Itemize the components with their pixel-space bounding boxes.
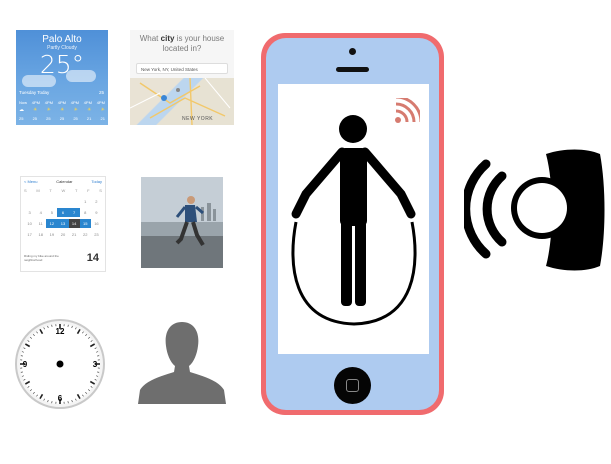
calendar-day[interactable]: 4 [35,208,46,217]
weather-temperature: 25° [39,50,85,79]
weather-hours: Now 4PM 4PM 4PM 4PM 4PM 4PM [19,100,105,105]
calendar-day[interactable]: 16 [91,219,102,228]
clock-number-6: 6 [58,394,63,403]
calendar-day [24,197,35,206]
calendar-day[interactable]: 12 [46,219,58,228]
calendar-day[interactable]: 13 [57,219,69,228]
calendar-grid: 1 2 3 4 5 6 7 8 9 10 11 12 13 14 15 16 17 18 19 20 21 22 23 [24,197,102,239]
calendar-nav-bar: < Menu Calendar Today [21,177,105,186]
calendar-day[interactable]: 18 [35,230,46,239]
sun-icon: ☀ [87,107,92,113]
calendar-day[interactable]: 9 [91,208,102,217]
calendar-day [57,197,68,206]
home-button[interactable] [334,367,371,404]
weather-icons: ☁ ☀ ☀ ☀ ☀ ☀ ☀ [19,107,105,113]
phone-screen [278,84,429,354]
calendar-day [35,197,46,206]
calendar-day[interactable]: 7 [68,208,80,217]
city-question-thumbnail: What city is your house located in? New … [130,30,234,125]
earpiece-speaker [336,67,369,72]
calendar-day [69,197,80,206]
selected-day: 14 [86,252,99,264]
sun-icon: ☀ [100,107,105,113]
calendar-day[interactable]: 10 [24,219,35,228]
calendar-weekdays: SMT WTF S [24,188,102,193]
clock-number-12: 12 [56,327,65,336]
front-camera [349,48,356,55]
event-note: Riding my bike around the neighborhood [24,254,59,262]
sun-icon: ☀ [60,107,65,113]
runner-photo [141,177,223,268]
calendar-day[interactable]: 11 [35,219,46,228]
calendar-day[interactable]: 8 [80,208,91,217]
calendar-day [46,197,57,206]
calendar-day[interactable]: 14 [68,219,80,228]
calendar-day[interactable]: 2 [91,197,102,206]
calendar-day[interactable]: 20 [57,230,68,239]
person-silhouette-icon [136,318,228,408]
smartphone [261,33,444,415]
calendar-day[interactable]: 1 [80,197,91,206]
sun-icon: ☀ [33,107,38,113]
weather-city: Palo Alto [42,34,82,45]
back-button[interactable]: < Menu [24,177,37,186]
map-label: NEW YORK [182,116,214,122]
wifi-signal-icon [395,98,420,123]
calendar-day[interactable]: 6 [57,208,69,217]
calendar-day[interactable]: 17 [24,230,35,239]
weather-hourly-temps: 25 25 25 25 25 21 21 [19,116,105,121]
city-question: What city is your house located in? [139,34,225,53]
calendar-day[interactable]: 23 [91,230,102,239]
jump-rope-person-icon [291,115,417,326]
calendar-day[interactable]: 15 [79,219,91,228]
clock-icon: 12 3 6 9 [14,318,106,410]
weather-app-thumbnail: Palo Alto Partly Cloudy 25° Tuesday Toda… [16,30,108,125]
cloud-icon: ☁ [19,107,24,113]
sun-icon: ☀ [46,107,51,113]
calendar-day[interactable]: 19 [46,230,57,239]
weather-day: Tuesday Today [19,90,50,95]
calendar-day[interactable]: 21 [69,230,80,239]
smartwatch-vibrate-icon [461,146,606,274]
calendar-day[interactable]: 5 [46,208,57,217]
calendar-title: Calendar [56,179,73,184]
weather-high: 25 [98,90,104,95]
calendar-day[interactable]: 22 [80,230,91,239]
city-input[interactable]: New York, NY, United States [136,63,228,74]
today-button[interactable]: Today [91,177,102,186]
sun-icon: ☀ [73,107,78,113]
clock-number-9: 9 [23,360,28,369]
calendar-day[interactable]: 3 [24,208,35,217]
clock-number-3: 3 [93,360,98,369]
calendar-thumbnail: < Menu Calendar Today SMT WTF S 12345678… [20,176,106,272]
